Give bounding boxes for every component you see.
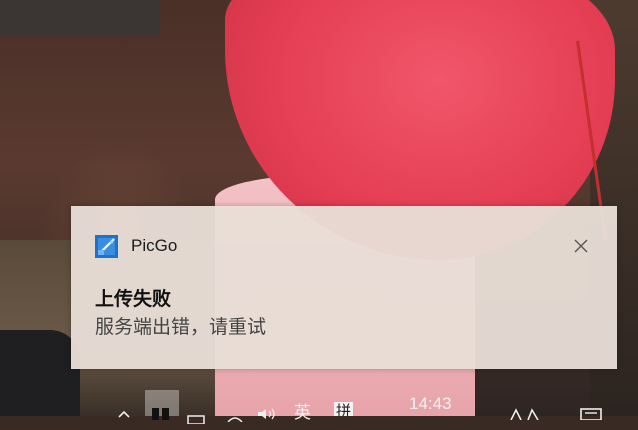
notification-app-name: PicGo [131,236,178,255]
picgo-app-icon [95,234,118,258]
notification-header: PicGo [95,234,177,258]
notification-title: 上传失败 [95,288,172,310]
app-tray-icon[interactable] [152,404,170,426]
taskbar-clock[interactable]: 14:43 [409,393,452,415]
close-icon [574,239,588,253]
ime-mode-indicator[interactable]: 拼 [334,402,354,416]
background-window [0,0,160,35]
chevron-up-icon[interactable] [118,402,130,424]
close-button[interactable] [571,236,591,256]
tray-app-icon[interactable] [510,404,540,426]
ime-language-indicator[interactable]: 英 [294,402,311,424]
taskbar: 英 拼 14:43 [0,390,638,425]
wifi-icon[interactable] [226,406,244,428]
volume-icon[interactable] [256,404,278,426]
network-icon[interactable] [187,408,207,430]
notification-message: 服务端出错，请重试 [95,316,267,338]
notification-toast[interactable]: PicGo 上传失败 服务端出错，请重试 [71,206,617,369]
action-center-icon[interactable] [580,404,602,426]
